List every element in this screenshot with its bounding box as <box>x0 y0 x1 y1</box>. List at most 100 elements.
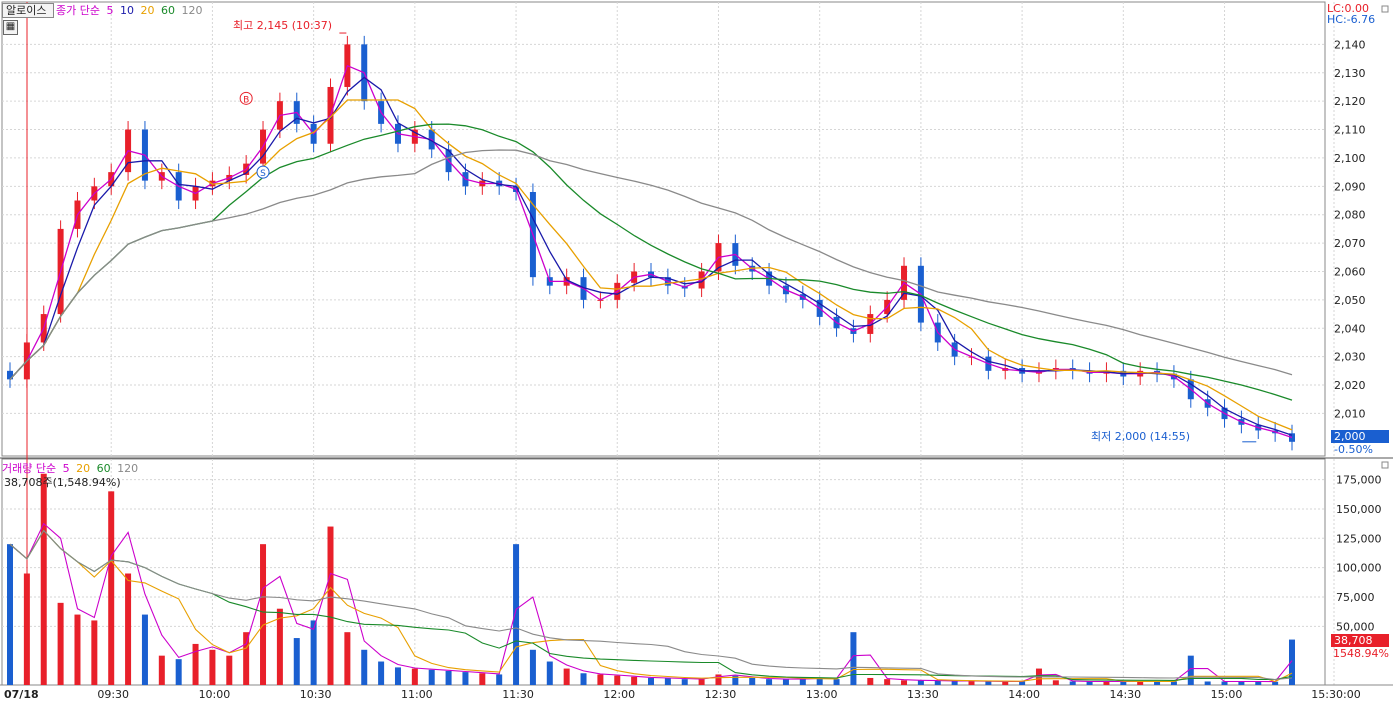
x-tick-label: 10:30 <box>300 688 332 701</box>
volume-bar <box>1272 681 1279 685</box>
volume-bar <box>23 573 30 685</box>
price-y-tick: 2,040 <box>1334 322 1366 335</box>
volume-bar <box>884 679 891 685</box>
volume-bar <box>141 614 148 685</box>
volume-panel <box>1 458 1326 686</box>
volume-bar <box>951 680 958 685</box>
volume-bar <box>614 675 621 685</box>
ma-period-20: 20 <box>140 4 155 17</box>
volume-bar <box>513 544 520 685</box>
price-y-tick: 2,080 <box>1334 209 1366 222</box>
volume-bar <box>293 638 300 685</box>
volume-y-tick: 50,000 <box>1336 620 1375 633</box>
volume-scale-toggle-icon <box>1381 461 1389 469</box>
volume-bar <box>158 655 165 685</box>
current-price-box: 2,000 <box>1331 430 1389 443</box>
price-y-tick: 2,050 <box>1334 294 1366 307</box>
volume-bar <box>192 643 199 685</box>
price-y-tick: 2,060 <box>1334 265 1366 278</box>
ma-period-120: 120 <box>181 4 203 17</box>
x-tick-label: 11:00 <box>401 688 433 701</box>
volume-y-tick: 150,000 <box>1336 503 1382 516</box>
volume-bar <box>276 608 283 685</box>
current-volume-ratio: 1548.94% <box>1333 647 1389 660</box>
volume-bar <box>361 649 368 685</box>
volume-bar <box>310 620 317 685</box>
high-annotation: 최고 2,145 (10:37) <box>233 19 333 32</box>
ma-period-5: 5 <box>106 4 114 17</box>
volume-bar <box>209 649 216 685</box>
volume-bar <box>749 677 756 685</box>
current-volume-box: 38,708 <box>1331 634 1389 647</box>
volume-bar <box>260 544 267 685</box>
price-y-tick: 2,110 <box>1334 124 1366 137</box>
volume-bar <box>40 473 47 685</box>
volume-bar <box>411 668 418 685</box>
x-tick-label: 13:00 <box>806 688 838 701</box>
volume-bar <box>1052 680 1059 685</box>
volume-bar <box>901 680 908 685</box>
volume-bar <box>529 649 536 685</box>
volume-bar <box>597 674 604 685</box>
ma-period-10: 10 <box>119 4 134 17</box>
symbol-box[interactable]: 알로이스 <box>2 3 54 18</box>
volume-bar <box>766 679 773 685</box>
price-y-tick: 2,100 <box>1334 152 1366 165</box>
x-tick-label: 14:00 <box>1008 688 1040 701</box>
volume-bar <box>428 669 435 685</box>
volume-y-tick: 175,000 <box>1336 474 1382 487</box>
volume-bar <box>799 679 806 685</box>
volume-bar <box>934 680 941 685</box>
current-price-value: 2,000 <box>1334 430 1366 443</box>
volume-bar <box>243 632 250 685</box>
volume-bar <box>664 677 671 685</box>
price-y-tick: 2,140 <box>1334 38 1366 51</box>
x-tick-label: 12:00 <box>603 688 635 701</box>
volume-bar <box>74 614 81 685</box>
price-y-tick: 2,120 <box>1334 95 1366 108</box>
volume-bar <box>7 544 13 685</box>
low-annotation: 최저 2,000 (14:55) <box>1091 430 1191 443</box>
volume-bar <box>563 668 570 685</box>
price-y-tick: 2,030 <box>1334 351 1366 364</box>
x-tick-label: 09:30 <box>97 688 129 701</box>
volume-bar <box>580 673 587 685</box>
price-y-tick: 2,010 <box>1334 407 1366 420</box>
volume-bar <box>546 661 553 685</box>
grid-table-icon[interactable]: ▦ <box>3 20 18 35</box>
x-tick-label: 11:30 <box>502 688 534 701</box>
volume-bar <box>496 674 503 685</box>
symbol-label: 알로이스 <box>6 4 47 17</box>
current-volume-value: 38,708 <box>1334 634 1373 647</box>
volume-bar <box>327 526 334 685</box>
volume-y-tick: 125,000 <box>1336 532 1382 545</box>
volume-bar <box>968 680 975 685</box>
volume-bar <box>378 661 385 685</box>
volume-bar <box>917 680 924 685</box>
volume-bar <box>344 632 351 685</box>
volume-bar <box>1204 681 1211 685</box>
volume-bar <box>631 676 638 685</box>
x-tick-label: 10:00 <box>199 688 231 701</box>
volume-bar <box>648 677 654 685</box>
volume-bar <box>867 677 874 685</box>
volume-bar <box>175 659 182 685</box>
stock-chart[interactable]: 09:30 10:00 10:30 11:00 11:30 12:00 12:30 13:00… <box>0 0 1393 706</box>
ma-period-60: 60 <box>160 4 175 17</box>
price-y-tick: 2,130 <box>1334 67 1366 80</box>
volume-bar <box>782 679 789 685</box>
price-ma-label: 종가 단순 <box>55 4 100 17</box>
volume-y-tick: 75,000 <box>1336 591 1375 604</box>
candle-body <box>7 370 13 380</box>
x-tick-label: 13:30 <box>907 688 939 701</box>
x-tick-label: 14:30 <box>1109 688 1141 701</box>
volume-bar <box>479 673 486 685</box>
volume-bar <box>833 679 840 685</box>
volume-y-tick: 100,000 <box>1336 562 1382 575</box>
volume-bar <box>985 681 992 685</box>
volume-bar <box>1069 681 1076 685</box>
volume-bar <box>394 667 401 685</box>
price-y-tick: 2,020 <box>1334 379 1366 392</box>
x-tick-label: 15:30:00 <box>1311 688 1360 701</box>
price-y-tick: 2,070 <box>1334 237 1366 250</box>
